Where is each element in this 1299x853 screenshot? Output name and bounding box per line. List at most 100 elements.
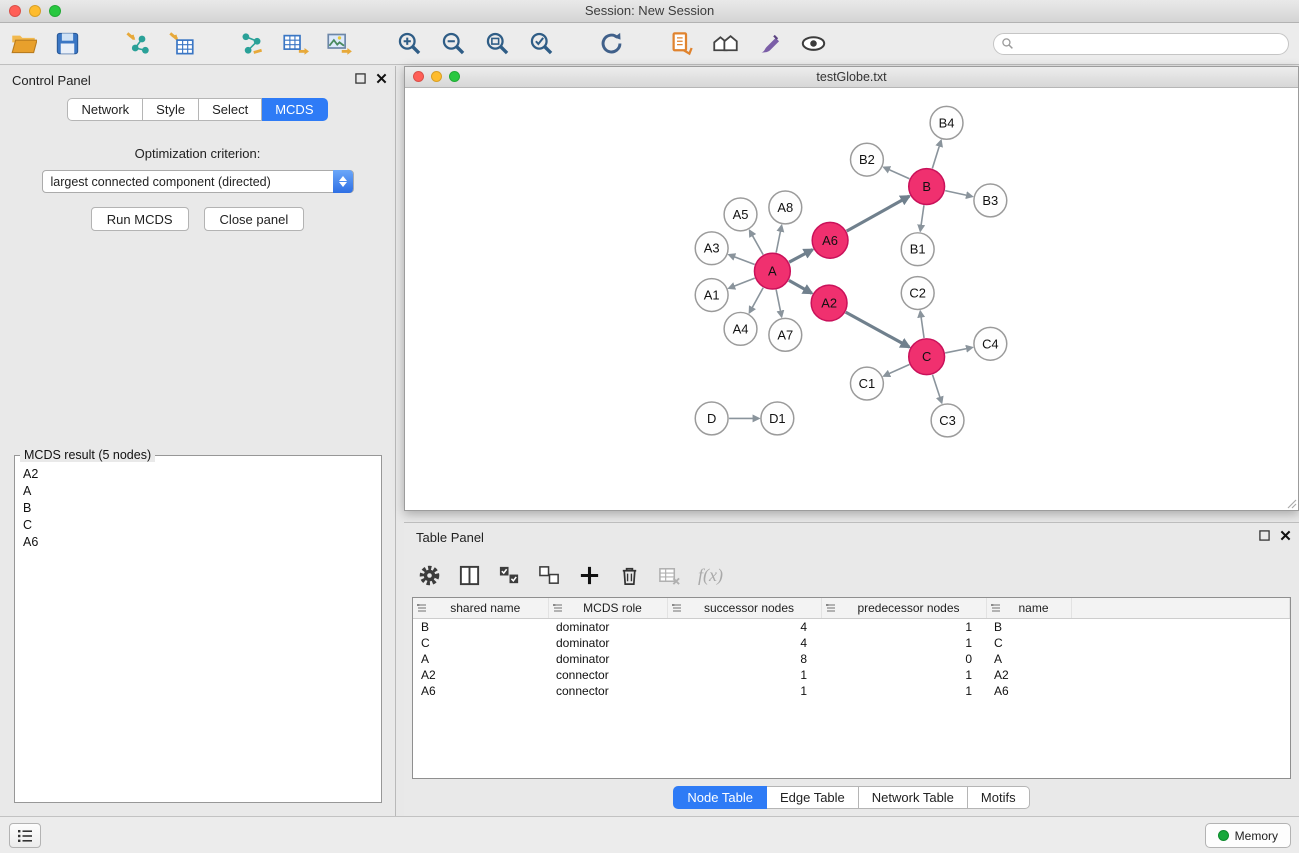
column-header-name[interactable]: name bbox=[986, 598, 1071, 619]
graph-node[interactable]: D bbox=[695, 402, 728, 435]
export-image-icon[interactable] bbox=[326, 30, 353, 57]
graph-edge[interactable] bbox=[884, 364, 910, 376]
graph-edge[interactable] bbox=[776, 290, 781, 317]
column-header-mcds-role[interactable]: MCDS role bbox=[548, 598, 667, 619]
graph-edge[interactable] bbox=[847, 196, 910, 231]
table-row[interactable]: Bdominator41B bbox=[413, 619, 1290, 636]
graph-node[interactable]: C bbox=[909, 339, 945, 375]
tab-select[interactable]: Select bbox=[199, 98, 262, 121]
network-close-button[interactable] bbox=[413, 71, 424, 82]
graph-edge[interactable] bbox=[933, 375, 942, 403]
home-icon[interactable] bbox=[712, 30, 739, 57]
graph-node[interactable]: B2 bbox=[851, 143, 884, 176]
deselect-all-icon[interactable] bbox=[538, 564, 561, 587]
graph-edge[interactable] bbox=[945, 191, 972, 197]
graph-node[interactable]: A8 bbox=[769, 191, 802, 224]
graph-edge[interactable] bbox=[729, 278, 755, 288]
result-item[interactable]: B bbox=[19, 500, 377, 517]
zoom-in-icon[interactable] bbox=[396, 30, 423, 57]
graph-node[interactable]: A3 bbox=[695, 232, 728, 265]
graph-node[interactable]: B3 bbox=[974, 184, 1007, 217]
zoom-out-icon[interactable] bbox=[440, 30, 467, 57]
copy-view-icon[interactable] bbox=[668, 30, 695, 57]
float-table-panel-icon[interactable] bbox=[1259, 530, 1270, 541]
result-item[interactable]: A bbox=[19, 483, 377, 500]
tab-node-table[interactable]: Node Table bbox=[673, 786, 767, 809]
table-settings-gear-icon[interactable] bbox=[418, 564, 441, 587]
graph-edge[interactable] bbox=[749, 288, 763, 313]
graph-edge[interactable] bbox=[789, 250, 812, 263]
zoom-selected-icon[interactable] bbox=[528, 30, 555, 57]
export-table-icon[interactable] bbox=[282, 30, 309, 57]
table-row[interactable]: A6connector11A6 bbox=[413, 683, 1290, 699]
network-zoom-button[interactable] bbox=[449, 71, 460, 82]
network-minimize-button[interactable] bbox=[431, 71, 442, 82]
graph-node[interactable]: C3 bbox=[931, 404, 964, 437]
graph-node[interactable]: C2 bbox=[901, 277, 934, 310]
network-canvas[interactable]: A A1 A2 A3 A4 A5 A6 A7 A8 B B1 B2 B3 B4 C C1 C2 C3 C4 D D1 bbox=[405, 88, 1298, 510]
graph-edge[interactable] bbox=[884, 167, 910, 179]
graph-node[interactable]: C4 bbox=[974, 327, 1007, 360]
graph-node[interactable]: C1 bbox=[851, 367, 884, 400]
tab-mcds[interactable]: MCDS bbox=[262, 98, 327, 121]
tab-edge-table[interactable]: Edge Table bbox=[767, 786, 859, 809]
table-row[interactable]: A2connector11A2 bbox=[413, 667, 1290, 683]
open-file-icon[interactable] bbox=[10, 30, 37, 57]
close-panel-button[interactable]: Close panel bbox=[204, 207, 305, 231]
result-item[interactable]: C bbox=[19, 517, 377, 534]
export-network-icon[interactable] bbox=[238, 30, 265, 57]
select-all-icon[interactable] bbox=[498, 564, 521, 587]
graph-node[interactable]: B4 bbox=[930, 106, 963, 139]
result-item[interactable]: A2 bbox=[19, 466, 377, 483]
delete-table-icon[interactable] bbox=[658, 564, 681, 587]
graph-edge[interactable] bbox=[789, 280, 812, 293]
delete-column-trash-icon[interactable] bbox=[618, 564, 641, 587]
refresh-icon[interactable] bbox=[598, 30, 625, 57]
zoom-fit-icon[interactable] bbox=[484, 30, 511, 57]
graph-node[interactable]: B1 bbox=[901, 233, 934, 266]
search-field[interactable] bbox=[993, 33, 1289, 55]
show-columns-icon[interactable] bbox=[458, 564, 481, 587]
graph-node[interactable]: A2 bbox=[811, 285, 847, 321]
search-input[interactable] bbox=[1019, 36, 1281, 52]
import-network-icon[interactable] bbox=[124, 30, 151, 57]
run-mcds-button[interactable]: Run MCDS bbox=[91, 207, 189, 231]
graph-edge[interactable] bbox=[920, 311, 924, 338]
save-session-icon[interactable] bbox=[54, 30, 81, 57]
graph-node[interactable]: A6 bbox=[812, 222, 848, 258]
task-history-button[interactable] bbox=[9, 823, 41, 848]
function-builder-icon[interactable]: f(x) bbox=[698, 565, 723, 586]
table-row[interactable]: Adominator80A bbox=[413, 651, 1290, 667]
resize-grip-icon[interactable] bbox=[1285, 497, 1297, 509]
float-panel-icon[interactable] bbox=[355, 73, 366, 84]
graph-edge[interactable] bbox=[945, 347, 972, 352]
close-table-panel-icon[interactable] bbox=[1280, 530, 1291, 541]
import-table-icon[interactable] bbox=[168, 30, 195, 57]
graph-node[interactable]: D1 bbox=[761, 402, 794, 435]
graph-node[interactable]: A7 bbox=[769, 318, 802, 351]
graph-node[interactable]: B bbox=[909, 169, 945, 205]
graph-node[interactable]: A4 bbox=[724, 312, 757, 345]
graph-edge[interactable] bbox=[846, 312, 910, 347]
tab-network[interactable]: Network bbox=[67, 98, 143, 121]
graph-edge[interactable] bbox=[776, 225, 781, 252]
graph-node[interactable]: A bbox=[754, 253, 790, 289]
tab-motifs[interactable]: Motifs bbox=[968, 786, 1030, 809]
eye-icon[interactable] bbox=[800, 30, 827, 57]
add-column-icon[interactable] bbox=[578, 564, 601, 587]
table-row[interactable]: Cdominator41C bbox=[413, 635, 1290, 651]
column-header-predecessor-nodes[interactable]: predecessor nodes bbox=[821, 598, 986, 619]
graph-edge[interactable] bbox=[932, 140, 941, 168]
column-header-successor-nodes[interactable]: successor nodes bbox=[667, 598, 821, 619]
column-header-shared-name[interactable]: shared name bbox=[413, 598, 548, 619]
result-item[interactable]: A6 bbox=[19, 534, 377, 551]
graph-node[interactable]: A1 bbox=[695, 279, 728, 312]
graph-node[interactable]: A5 bbox=[724, 198, 757, 231]
tab-network-table[interactable]: Network Table bbox=[859, 786, 968, 809]
graph-edge[interactable] bbox=[729, 255, 755, 265]
memory-button[interactable]: Memory bbox=[1205, 823, 1291, 848]
graph-edge[interactable] bbox=[750, 230, 764, 254]
criterion-dropdown[interactable]: largest connected component (directed) bbox=[42, 170, 354, 193]
graph-edge[interactable] bbox=[920, 205, 924, 231]
close-panel-icon[interactable] bbox=[376, 73, 387, 84]
